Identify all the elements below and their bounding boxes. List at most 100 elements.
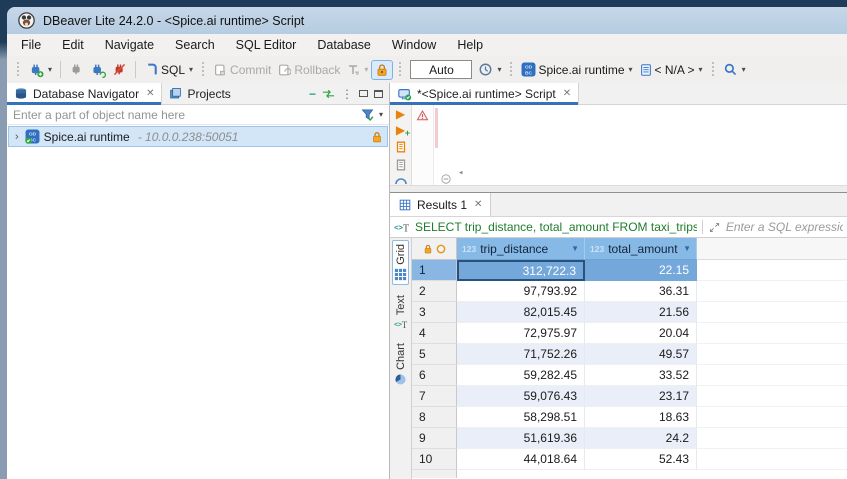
row-number[interactable]: 7 xyxy=(412,386,457,407)
table-row: 759,076.4323.17 xyxy=(412,386,847,407)
chevron-down-icon: ▾ xyxy=(48,65,52,74)
menu-item-edit[interactable]: Edit xyxy=(62,38,84,52)
plug-plus-icon xyxy=(28,62,44,78)
sort-desc-icon[interactable]: ▼ xyxy=(683,244,691,253)
grid-cell[interactable]: 52.43 xyxy=(585,449,697,470)
row-number[interactable]: 1 xyxy=(412,260,457,281)
grid-cell[interactable]: 71,752.26 xyxy=(457,344,585,365)
grid-cell[interactable]: 21.56 xyxy=(585,302,697,323)
plug-icon xyxy=(69,62,84,77)
close-icon[interactable]: ✕ xyxy=(474,199,482,210)
chevron-down-icon: ▾ xyxy=(364,65,368,74)
link-editor-icon[interactable] xyxy=(322,89,335,99)
menu-item-database[interactable]: Database xyxy=(317,38,371,52)
grid-cell[interactable]: 49.57 xyxy=(585,344,697,365)
object-filter-input[interactable]: Enter a part of object name here xyxy=(13,108,185,122)
autocommit-mode-combo[interactable]: Auto xyxy=(410,60,472,79)
active-connection-selector[interactable]: ODBC Spice.ai runtime ▾ xyxy=(518,60,635,79)
script-gray-icon[interactable] xyxy=(394,158,408,172)
execute-statement-button play-icon[interactable]: ▶ xyxy=(396,108,405,120)
commit-doc-icon xyxy=(213,63,227,77)
minimize-icon[interactable]: − xyxy=(309,87,316,101)
tab-results-1[interactable]: Results 1 ✕ xyxy=(390,193,491,216)
grid-cell[interactable]: 44,018.64 xyxy=(457,449,585,470)
sql-expression-input[interactable]: Enter a SQL expression to xyxy=(726,220,843,234)
funnel-check-icon[interactable] xyxy=(360,107,375,122)
connection-tree-item[interactable]: › ODBC Spice.ai runtime - 10.0.0.238:500… xyxy=(8,126,388,147)
editor-results-sash[interactable] xyxy=(390,185,847,192)
partial-icon[interactable] xyxy=(394,176,408,184)
grid-cell[interactable]: 82,015.45 xyxy=(457,302,585,323)
menu-item-help[interactable]: Help xyxy=(457,38,483,52)
menu-item-navigate[interactable]: Navigate xyxy=(105,38,154,52)
row-number[interactable]: 6 xyxy=(412,365,457,386)
menu-item-file[interactable]: File xyxy=(21,38,41,52)
rollback-button[interactable]: Rollback xyxy=(274,61,343,79)
row-number[interactable]: 2 xyxy=(412,281,457,302)
tab-chart-view[interactable]: Chart xyxy=(393,340,408,389)
execute-new-tab-button play-plus-icon[interactable]: ▶+ xyxy=(396,124,405,136)
results-view-tabs: Grid Text <>T Chart xyxy=(390,238,412,479)
menu-item-search[interactable]: Search xyxy=(175,38,215,52)
grid-cell[interactable]: 97,793.92 xyxy=(457,281,585,302)
editor-hscrollbar[interactable]: ◂ xyxy=(458,163,463,184)
object-filter-row: Enter a part of object name here ▾ xyxy=(7,105,389,125)
grid-corner-cell[interactable] xyxy=(412,238,457,260)
disconnect-button[interactable] xyxy=(109,60,130,79)
grid-cell[interactable]: 58,298.51 xyxy=(457,407,585,428)
tab-projects[interactable]: Projects xyxy=(162,83,237,104)
grid-cell[interactable]: 72,975.97 xyxy=(457,323,585,344)
grid-cell[interactable]: 312,722.3 xyxy=(457,260,585,281)
tab-text-view[interactable]: Text <>T xyxy=(393,292,409,333)
grid-cell[interactable]: 20.04 xyxy=(585,323,697,344)
reconnect-button[interactable] xyxy=(87,60,109,80)
transaction-log-button[interactable]: ▾ xyxy=(343,61,371,79)
view-menu-icon[interactable]: ⋮ xyxy=(341,87,353,101)
grid-cell[interactable]: 51,619.36 xyxy=(457,428,585,449)
minimize-view-icon[interactable] xyxy=(359,90,368,97)
sort-desc-icon[interactable]: ▼ xyxy=(571,244,579,253)
execute-script-icon[interactable] xyxy=(394,140,408,154)
column-header-total-amount[interactable]: 123 total_amount ▼ xyxy=(585,238,697,260)
menu-item-window[interactable]: Window xyxy=(392,38,436,52)
projects-icon xyxy=(169,87,182,100)
grid-cell[interactable]: 59,282.45 xyxy=(457,365,585,386)
expand-chevron-icon[interactable]: › xyxy=(15,131,19,143)
grid-cell[interactable]: 24.2 xyxy=(585,428,697,449)
grid-cell[interactable]: 23.17 xyxy=(585,386,697,407)
close-icon[interactable]: ✕ xyxy=(146,88,154,99)
tab-sql-script[interactable]: *<Spice.ai runtime> Script ✕ xyxy=(390,83,579,104)
search-button[interactable]: ▾ xyxy=(720,60,749,79)
transaction-history-button[interactable]: ▾ xyxy=(475,60,504,79)
new-connection-button[interactable]: ▾ xyxy=(25,60,55,80)
tab-grid-view[interactable]: Grid xyxy=(392,240,409,285)
row-number[interactable]: 4 xyxy=(412,323,457,344)
chevron-down-icon[interactable]: ▾ xyxy=(379,110,383,119)
row-number[interactable]: 9 xyxy=(412,428,457,449)
row-number[interactable]: 8 xyxy=(412,407,457,428)
grid-cell[interactable]: 59,076.43 xyxy=(457,386,585,407)
odbc-badge-check-icon: ODBC xyxy=(25,129,40,144)
autocommit-value: Auto xyxy=(429,63,454,77)
commit-button[interactable]: Commit xyxy=(210,61,274,79)
collapse-minus-icon[interactable] xyxy=(441,174,451,184)
row-number[interactable]: 3 xyxy=(412,302,457,323)
autocommit-lock-button[interactable] xyxy=(371,60,393,80)
column-header-trip-distance[interactable]: 123 trip_distance ▼ xyxy=(457,238,585,260)
expand-arrows-icon[interactable] xyxy=(708,221,721,234)
code-area[interactable]: SELECT trip_distance, total_amount FROM … xyxy=(434,105,847,185)
tab-database-navigator[interactable]: Database Navigator ✕ xyxy=(7,83,162,104)
close-icon[interactable]: ✕ xyxy=(563,88,571,99)
connect-button[interactable] xyxy=(66,60,87,79)
new-sql-editor-button[interactable]: SQL ▾ xyxy=(141,60,196,79)
row-number[interactable]: 10 xyxy=(412,449,457,470)
active-schema-selector[interactable]: < N/A > ▾ xyxy=(636,61,706,79)
lock-icon xyxy=(375,63,389,77)
grid-cell[interactable]: 33.52 xyxy=(585,365,697,386)
row-number[interactable]: 5 xyxy=(412,344,457,365)
grid-cell[interactable]: 22.15 xyxy=(585,260,697,281)
menu-item-sql-editor[interactable]: SQL Editor xyxy=(236,38,297,52)
grid-cell[interactable]: 36.31 xyxy=(585,281,697,302)
grid-cell[interactable]: 18.63 xyxy=(585,407,697,428)
maximize-view-icon[interactable] xyxy=(374,90,383,98)
